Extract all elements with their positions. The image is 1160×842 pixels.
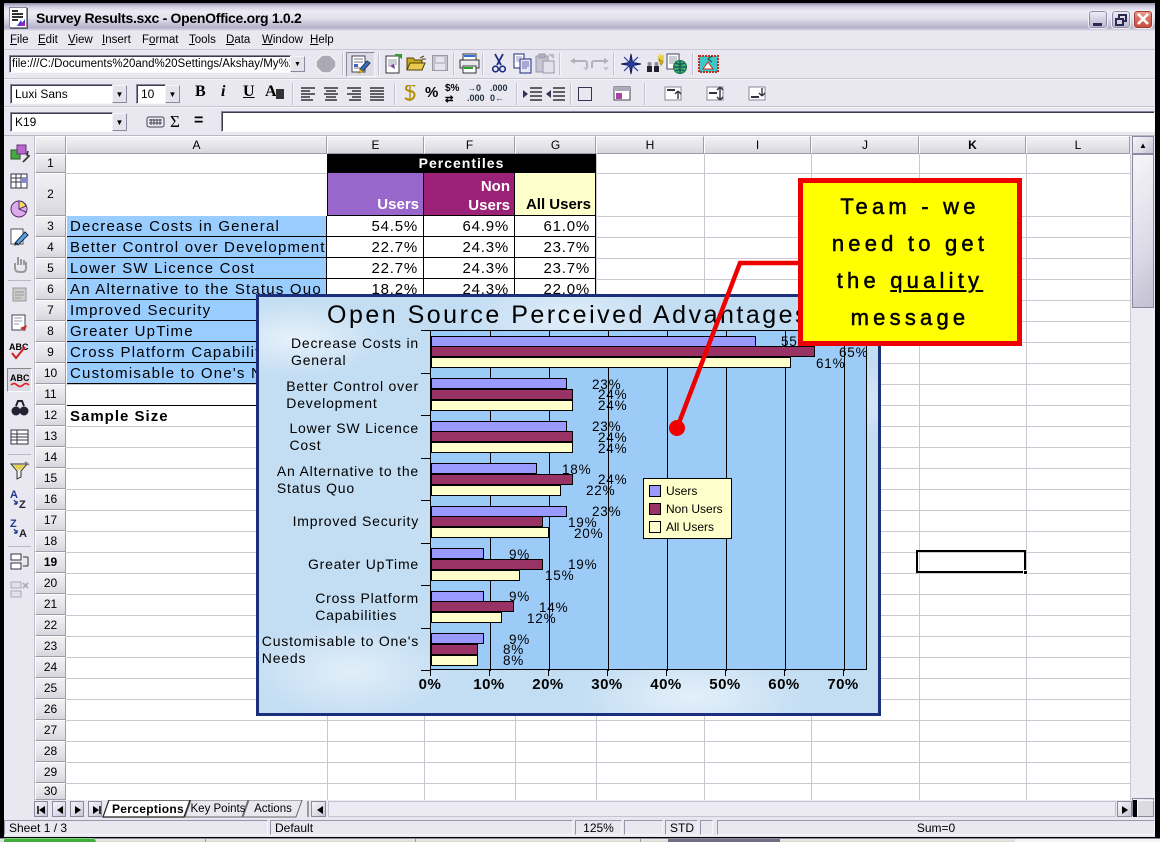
svg-text:ABC: ABC: [10, 373, 30, 383]
svg-text:ABC: ABC: [9, 342, 29, 352]
svg-text:A: A: [10, 489, 18, 501]
svg-text:A: A: [19, 528, 27, 539]
svg-text:Z: Z: [19, 499, 26, 510]
svg-text:Z: Z: [10, 518, 17, 530]
